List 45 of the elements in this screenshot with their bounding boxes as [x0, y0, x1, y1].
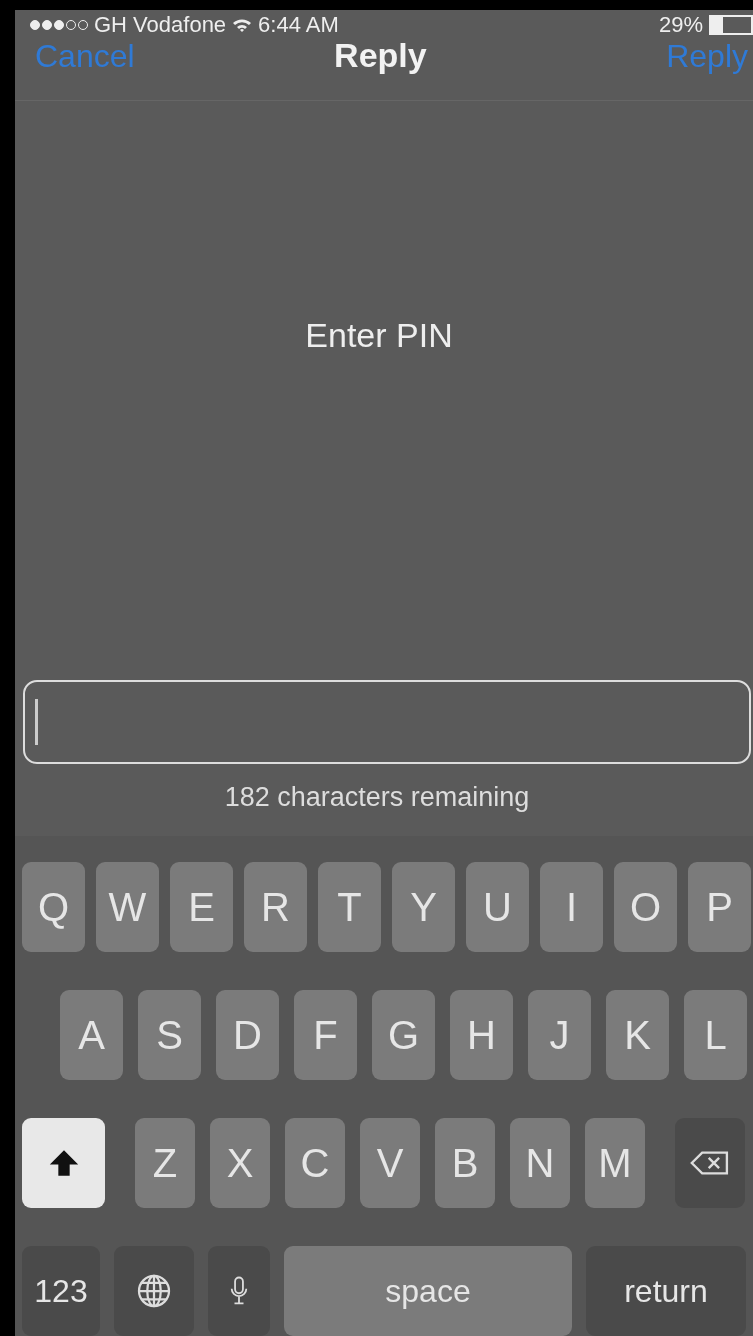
- globe-key[interactable]: [114, 1246, 194, 1336]
- letter-key[interactable]: G: [372, 990, 435, 1080]
- shift-key[interactable]: [22, 1118, 105, 1208]
- nav-title: Reply: [334, 36, 427, 75]
- battery-icon: [709, 15, 753, 35]
- letter-key[interactable]: D: [216, 990, 279, 1080]
- letter-key[interactable]: Z: [135, 1118, 195, 1208]
- letter-key[interactable]: J: [528, 990, 591, 1080]
- letter-key[interactable]: X: [210, 1118, 270, 1208]
- letter-key[interactable]: T: [318, 862, 381, 952]
- letter-key[interactable]: O: [614, 862, 677, 952]
- globe-icon: [136, 1273, 172, 1309]
- delete-key[interactable]: [675, 1118, 745, 1208]
- letter-key[interactable]: I: [540, 862, 603, 952]
- prompt-text: Enter PIN: [305, 316, 453, 356]
- letter-key[interactable]: P: [688, 862, 751, 952]
- letter-key[interactable]: W: [96, 862, 159, 952]
- letter-key[interactable]: U: [466, 862, 529, 952]
- letter-key[interactable]: M: [585, 1118, 645, 1208]
- letter-key[interactable]: C: [285, 1118, 345, 1208]
- space-key[interactable]: space: [284, 1246, 572, 1336]
- status-time: 6:44 AM: [258, 12, 339, 38]
- carrier-name: GH Vodafone: [94, 12, 227, 38]
- letter-key[interactable]: N: [510, 1118, 570, 1208]
- letter-key[interactable]: V: [360, 1118, 420, 1208]
- letter-key[interactable]: Q: [22, 862, 85, 952]
- letter-key[interactable]: B: [435, 1118, 495, 1208]
- battery-percent: 29%: [658, 12, 703, 38]
- letter-key[interactable]: K: [606, 990, 669, 1080]
- letter-key[interactable]: Y: [392, 862, 455, 952]
- letter-key[interactable]: F: [294, 990, 357, 1080]
- return-key[interactable]: return: [586, 1246, 746, 1336]
- character-counter: 182 characters remaining: [223, 781, 531, 814]
- letter-key[interactable]: R: [244, 862, 307, 952]
- numbers-key[interactable]: 123: [22, 1246, 100, 1336]
- letter-key[interactable]: S: [138, 990, 201, 1080]
- letter-key[interactable]: H: [450, 990, 513, 1080]
- wifi-icon: [232, 18, 253, 32]
- backspace-icon: [690, 1150, 730, 1176]
- microphone-key[interactable]: [208, 1246, 270, 1336]
- letter-key[interactable]: A: [60, 990, 123, 1080]
- reply-field[interactable]: [23, 680, 751, 764]
- letter-key[interactable]: E: [170, 862, 233, 952]
- microphone-icon: [230, 1276, 248, 1306]
- letter-key[interactable]: L: [684, 990, 747, 1080]
